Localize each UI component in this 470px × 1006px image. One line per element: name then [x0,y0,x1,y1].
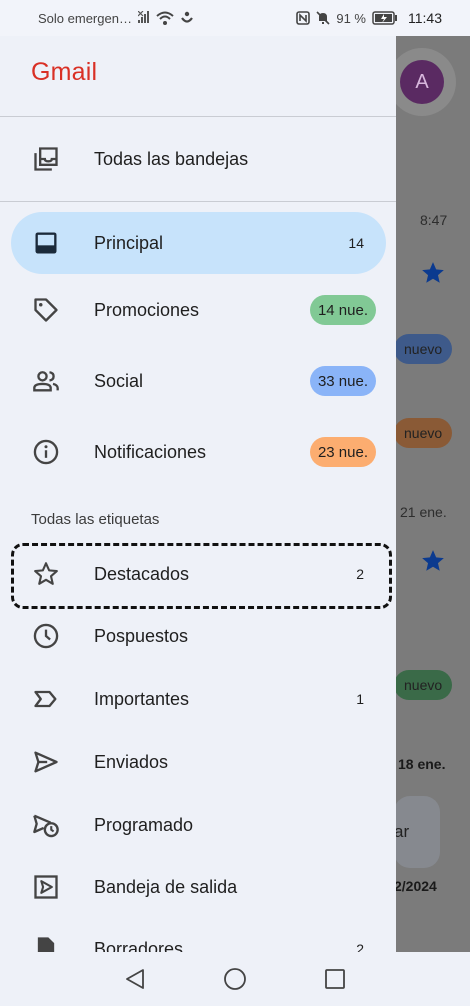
people-icon [31,366,61,396]
label-count: 1 [356,691,364,707]
send-icon [31,747,61,777]
clock-time: 11:43 [408,10,442,26]
gmail-logo: Gmail [31,58,98,86]
drawer-item-social[interactable]: Social 33 nue. [11,350,386,412]
wifi-icon [156,11,174,25]
nfc-icon [296,11,311,25]
email-date: 2/2024 [396,878,437,894]
email-time: 21 ene. [400,504,447,520]
new-count-badge: 14 nue. [309,295,376,325]
star-icon [422,262,444,283]
drawer-item-destacados[interactable]: Destacados 2 [11,543,386,605]
background-inbox-scrim[interactable]: A 8:47 nuevo nuevo 21 ene. nuevo 18 ene.… [396,36,470,952]
divider [0,116,396,117]
drawer-item-bandeja-de-salida[interactable]: Bandeja de salida [11,856,386,918]
important-icon [31,684,61,714]
drawer-item-programado[interactable]: Programado [11,794,386,856]
email-time: 8:47 [420,212,448,228]
drawer-item-promociones[interactable]: Promociones 14 nue. [11,279,386,341]
drawer-item-principal[interactable]: Principal 14 [11,212,386,274]
outbox-icon [31,872,61,902]
new-chip: nuevo [396,418,453,448]
inbox-icon [31,228,61,258]
back-icon[interactable] [122,966,148,992]
account-avatar: A [396,48,456,116]
new-chip: nuevo [396,670,453,700]
navigation-drawer: Gmail Todas las bandejas Principal 14 Pr… [0,36,396,952]
drawer-item-all-inboxes[interactable]: Todas las bandejas [11,128,386,190]
mute-icon [316,11,330,25]
clock-icon [31,621,61,651]
info-icon [31,437,61,467]
label-count: 2 [356,566,364,582]
compose-button: ar [396,796,440,868]
recents-icon[interactable] [322,966,348,992]
face-status-icon [180,11,194,25]
label-count: 2 [356,941,364,952]
drawer-item-borradores[interactable]: Borradores 2 [11,918,386,952]
section-title-all-labels: Todas las etiquetas [31,511,160,528]
tag-icon [31,295,61,325]
unread-count: 14 [348,235,364,251]
status-bar: Solo emergen… 91 % 11:43 [0,0,470,36]
new-count-badge: 33 nue. [309,366,376,396]
scheduled-send-icon [31,810,61,840]
new-count-badge: 23 nue. [309,437,376,467]
system-navigation-bar [0,952,470,1006]
battery-percent: 91 % [336,10,366,26]
drawer-item-enviados[interactable]: Enviados [11,731,386,793]
draft-icon [31,934,61,952]
carrier-text: Solo emergen… [38,10,132,26]
divider [0,201,396,202]
all-inboxes-icon [31,144,61,174]
star-icon [422,550,444,571]
drawer-item-notificaciones[interactable]: Notificaciones 23 nue. [11,421,386,483]
star-icon [31,559,61,589]
no-signal-icon [137,11,150,25]
home-icon[interactable] [222,966,248,992]
new-chip: nuevo [396,334,453,364]
battery-charging-icon [372,11,398,25]
drawer-item-importantes[interactable]: Importantes 1 [11,668,386,730]
email-time: 18 ene. [398,756,446,772]
drawer-item-pospuestos[interactable]: Pospuestos [11,605,386,667]
